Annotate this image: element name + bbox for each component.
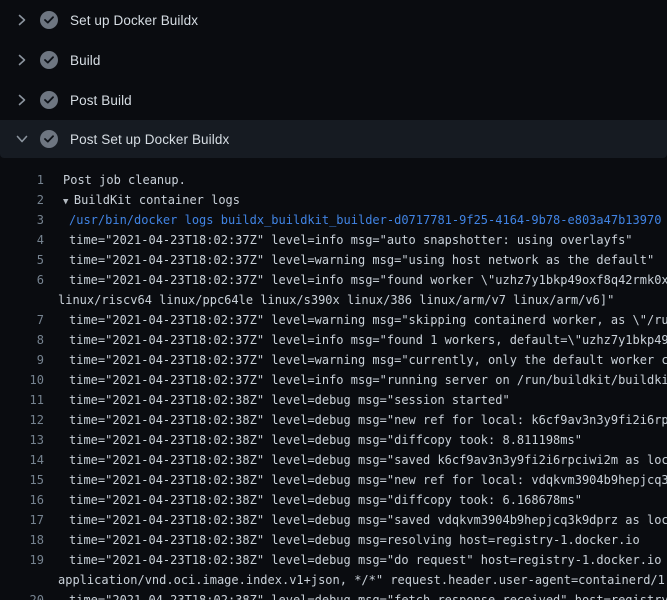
- log-text: Post job cleanup.: [63, 173, 186, 187]
- log-text: BuildKit container logs: [74, 193, 240, 207]
- line-number[interactable]: 17: [0, 510, 44, 530]
- log-text: time="2021-04-23T18:02:38Z" level=debug …: [69, 493, 582, 507]
- line-number[interactable]: 12: [0, 410, 44, 430]
- chevron-right-icon: [14, 92, 30, 108]
- log-text: time="2021-04-23T18:02:37Z" level=info m…: [69, 273, 667, 287]
- group-toggle-icon[interactable]: ▼: [63, 197, 74, 207]
- line-number[interactable]: 6: [0, 270, 44, 290]
- log-line: 20 time="2021-04-23T18:02:38Z" level=debu…: [0, 590, 667, 600]
- line-number[interactable]: 16: [0, 490, 44, 510]
- log-lines: 1 Post job cleanup. 2 ▼ BuildKit container …: [0, 158, 667, 600]
- log-text: time="2021-04-23T18:02:38Z" level=debug …: [69, 393, 510, 407]
- chevron-right-icon: [14, 12, 30, 28]
- log-line: 14 time="2021-04-23T18:02:38Z" level=debu…: [0, 450, 667, 470]
- line-number: [0, 570, 44, 590]
- log-line: 8 time="2021-04-23T18:02:37Z" level=info …: [0, 330, 667, 350]
- log-line: 5 time="2021-04-23T18:02:37Z" level=warni…: [0, 250, 667, 270]
- step-header-set-up-docker-buildx[interactable]: Set up Docker Buildx: [0, 0, 667, 40]
- log-line: 4 time="2021-04-23T18:02:37Z" level=info …: [0, 230, 667, 250]
- line-number[interactable]: 14: [0, 450, 44, 470]
- log-text: time="2021-04-23T18:02:37Z" level=warnin…: [69, 253, 654, 267]
- line-number[interactable]: 1: [0, 170, 44, 190]
- log-line: 6 time="2021-04-23T18:02:37Z" level=info …: [0, 270, 667, 290]
- check-circle-icon: [40, 11, 58, 29]
- log-text: time="2021-04-23T18:02:38Z" level=debug …: [69, 593, 667, 600]
- step-header-post-set-up-docker-buildx[interactable]: Post Set up Docker Buildx: [0, 120, 667, 158]
- log-line: 13 time="2021-04-23T18:02:38Z" level=debu…: [0, 430, 667, 450]
- line-number[interactable]: 20: [0, 590, 44, 600]
- step-header-build[interactable]: Build: [0, 40, 667, 80]
- log-text: application/vnd.oci.image.index.v1+json,…: [58, 573, 667, 587]
- check-circle-icon: [40, 130, 58, 148]
- line-number[interactable]: 3: [0, 210, 44, 230]
- log-text: time="2021-04-23T18:02:37Z" level=warnin…: [69, 353, 667, 367]
- line-number[interactable]: 8: [0, 330, 44, 350]
- log-text: time="2021-04-23T18:02:38Z" level=debug …: [69, 473, 667, 487]
- log-line-continuation: linux/riscv64 linux/ppc64le linux/s390x …: [0, 290, 667, 310]
- line-number[interactable]: 19: [0, 550, 44, 570]
- log-line: 10 time="2021-04-23T18:02:37Z" level=info…: [0, 370, 667, 390]
- line-number[interactable]: 5: [0, 250, 44, 270]
- log-text: time="2021-04-23T18:02:38Z" level=debug …: [69, 453, 667, 467]
- log-line-continuation: application/vnd.oci.image.index.v1+json,…: [0, 570, 667, 590]
- check-circle-icon: [40, 91, 58, 109]
- line-number[interactable]: 18: [0, 530, 44, 550]
- line-number[interactable]: 13: [0, 430, 44, 450]
- step-header-post-build[interactable]: Post Build: [0, 80, 667, 120]
- step-label: Build: [70, 53, 101, 68]
- log-line: 15 time="2021-04-23T18:02:38Z" level=debu…: [0, 470, 667, 490]
- log-line: 12 time="2021-04-23T18:02:38Z" level=debu…: [0, 410, 667, 430]
- log-text: time="2021-04-23T18:02:37Z" level=warnin…: [69, 313, 667, 327]
- steps-list: Set up Docker Buildx Build Post Build Po…: [0, 0, 667, 158]
- log-line: 9 time="2021-04-23T18:02:37Z" level=warni…: [0, 350, 667, 370]
- log-text: linux/riscv64 linux/ppc64le linux/s390x …: [58, 293, 614, 307]
- check-circle-icon: [40, 51, 58, 69]
- log-line: 1 Post job cleanup.: [0, 170, 667, 190]
- log-text: /usr/bin/docker logs buildx_buildkit_bui…: [69, 213, 661, 227]
- line-number[interactable]: 7: [0, 310, 44, 330]
- log-text: time="2021-04-23T18:02:37Z" level=info m…: [69, 373, 667, 387]
- log-line: 18 time="2021-04-23T18:02:38Z" level=debu…: [0, 530, 667, 550]
- line-number[interactable]: 11: [0, 390, 44, 410]
- log-line: 17 time="2021-04-23T18:02:38Z" level=debu…: [0, 510, 667, 530]
- log-text: time="2021-04-23T18:02:37Z" level=info m…: [69, 233, 633, 247]
- log-line: 16 time="2021-04-23T18:02:38Z" level=debu…: [0, 490, 667, 510]
- log-text: time="2021-04-23T18:02:38Z" level=debug …: [69, 533, 640, 547]
- log-line: 7 time="2021-04-23T18:02:37Z" level=warni…: [0, 310, 667, 330]
- step-label: Post Build: [70, 93, 132, 108]
- line-number[interactable]: 4: [0, 230, 44, 250]
- line-number[interactable]: 10: [0, 370, 44, 390]
- line-number[interactable]: 9: [0, 350, 44, 370]
- log-line: 19 time="2021-04-23T18:02:38Z" level=debu…: [0, 550, 667, 570]
- log-text: time="2021-04-23T18:02:37Z" level=info m…: [69, 333, 667, 347]
- log-text: time="2021-04-23T18:02:38Z" level=debug …: [69, 433, 582, 447]
- log-line: 11 time="2021-04-23T18:02:38Z" level=debu…: [0, 390, 667, 410]
- line-number[interactable]: 15: [0, 470, 44, 490]
- log-text: time="2021-04-23T18:02:38Z" level=debug …: [69, 553, 667, 567]
- chevron-down-icon: [14, 131, 30, 147]
- log-text: time="2021-04-23T18:02:38Z" level=debug …: [69, 513, 667, 527]
- line-number: [0, 290, 44, 310]
- line-number[interactable]: 2: [0, 190, 44, 210]
- step-label: Set up Docker Buildx: [70, 13, 198, 28]
- log-text: time="2021-04-23T18:02:38Z" level=debug …: [69, 413, 667, 427]
- chevron-right-icon: [14, 52, 30, 68]
- log-line: 3/usr/bin/docker logs buildx_buildkit_bu…: [0, 210, 667, 230]
- step-label: Post Set up Docker Buildx: [70, 132, 229, 147]
- log-line: 2 ▼ BuildKit container logs: [0, 190, 667, 210]
